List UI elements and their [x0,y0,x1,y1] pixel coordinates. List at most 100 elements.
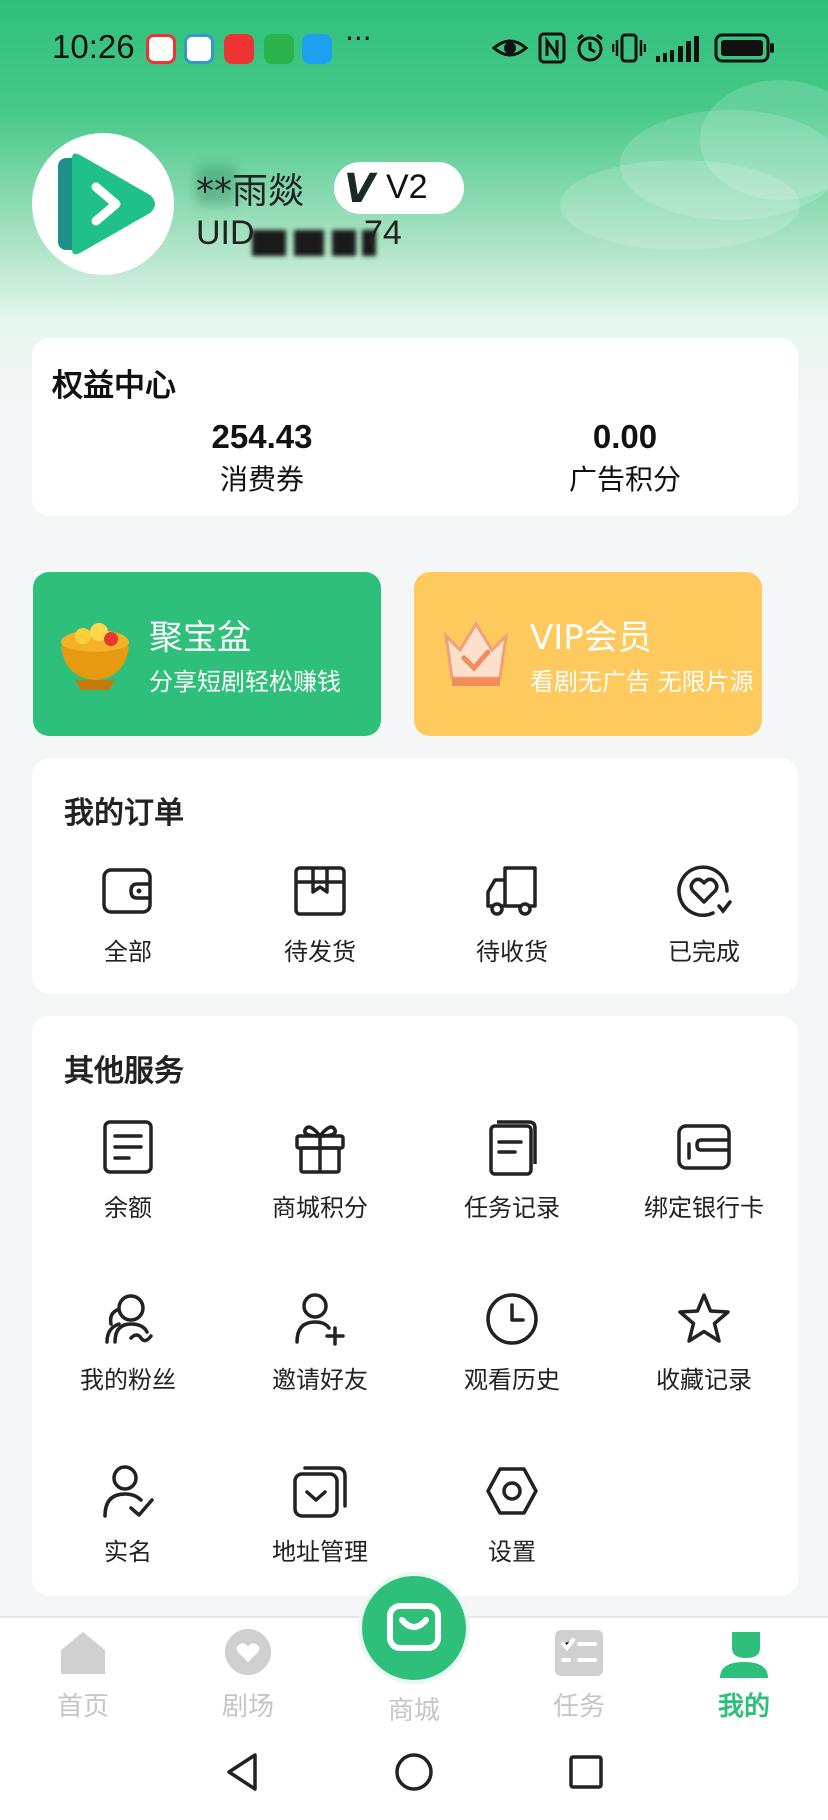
eye-icon [492,39,528,57]
uid-redaction [252,230,286,256]
vip-card[interactable]: VIP会员 看剧无广告 无限片源 [414,572,762,736]
service-my-fans[interactable]: 我的粉丝 [32,1290,224,1395]
treasure-bowl-card[interactable]: 聚宝盆 分享短剧轻松赚钱 [33,572,381,736]
uid-redaction [294,230,324,256]
level-badge-label: V2 [386,168,428,206]
signal-icon [656,36,699,62]
add-user-icon [295,1293,345,1346]
wechat-notification-icon [264,34,294,64]
user-check-icon [103,1465,154,1518]
nav-theater[interactable]: 剧场 [193,1628,303,1723]
order-all[interactable]: 全部 [32,862,224,967]
task-icon [555,1630,603,1676]
settings-icon [486,1467,538,1515]
recents-icon[interactable] [566,1750,606,1794]
order-to-ship-label: 待发货 [284,938,356,966]
home-circle-icon[interactable] [392,1750,436,1794]
service-address[interactable]: 地址管理 [224,1462,416,1567]
level-badge-mark: V [344,166,375,212]
ad-points-label: 广告积分 [568,463,681,496]
status-time: 10:26 [52,28,135,65]
coupon-stat[interactable]: 254.43 消费券 [132,418,392,498]
back-icon[interactable] [222,1750,262,1794]
services-title: 其他服务 [64,1054,184,1089]
clock-icon [486,1293,538,1345]
service-mall-points[interactable]: 商城积分 [224,1118,416,1223]
service-invite-friends[interactable]: 邀请好友 [224,1290,416,1395]
truck-icon [486,866,537,916]
heart-check-icon [677,865,732,917]
benefits-center-card: 权益中心 254.43 消费券 0.00 广告积分 [32,338,798,516]
profile-icon [720,1632,768,1678]
service-address-label: 地址管理 [272,1538,368,1566]
wallet-icon [102,868,152,914]
service-settings-label: 设置 [488,1538,536,1566]
package-icon [294,866,346,916]
nav-mall-label: 商城 [387,1696,440,1726]
vibrate-icon [612,33,646,63]
order-completed[interactable]: 已完成 [608,862,800,967]
address-icon [293,1466,347,1518]
huawei-notification-icon [224,34,254,64]
benefits-title: 权益中心 [52,368,176,404]
vip-subtitle: 看剧无广告 无限片源 [530,668,754,696]
alarm-icon [577,33,603,62]
treasure-bowl-title: 聚宝盆 [149,618,251,658]
uid-redaction [332,230,356,256]
gift-icon [295,1125,345,1174]
nav-mine[interactable]: 我的 [689,1628,799,1723]
service-task-records-label: 任务记录 [464,1194,560,1222]
app-notification-icon [146,34,176,64]
home-icon [61,1632,105,1674]
service-task-records[interactable]: 任务记录 [416,1118,608,1223]
nav-tasks-label: 任务 [552,1692,605,1722]
coupon-value: 254.43 [211,418,313,455]
nav-theater-label: 剧场 [221,1692,274,1722]
user-uid: UID [196,214,255,252]
crown-icon [443,621,509,686]
app-logo-icon [58,153,155,255]
coupon-label: 消费券 [219,463,304,496]
services-card: 其他服务 余额 商城积分 任务记录 绑定银行卡 我的粉丝 邀请好友 观看历史 收… [32,1016,798,1596]
nav-mine-label: 我的 [717,1692,770,1722]
orders-title: 我的订单 [64,796,184,831]
service-balance[interactable]: 余额 [32,1118,224,1223]
service-my-fans-label: 我的粉丝 [80,1366,176,1394]
avatar[interactable] [32,133,174,275]
service-bind-bank-card[interactable]: 绑定银行卡 [608,1118,800,1223]
nfc-icon [538,32,566,64]
order-all-label: 全部 [104,938,152,966]
nav-mall-button[interactable] [358,1572,470,1684]
nav-home-label: 首页 [56,1692,109,1722]
balance-icon [103,1120,153,1174]
service-mall-points-label: 商城积分 [272,1194,368,1222]
order-to-receive-label: 待收货 [476,938,548,966]
app-notification-icon [184,34,214,64]
nav-tasks[interactable]: 任务 [524,1628,634,1723]
service-settings[interactable]: 设置 [416,1462,608,1567]
vip-title: VIP会员 [530,618,652,658]
fans-icon [105,1294,153,1344]
card-icon [677,1124,731,1170]
treasure-bowl-subtitle: 分享短剧轻松赚钱 [149,668,341,696]
document-icon [489,1120,537,1176]
order-to-receive[interactable]: 待收货 [416,862,608,967]
service-watch-history[interactable]: 观看历史 [416,1290,608,1395]
service-balance-label: 余额 [104,1194,152,1222]
service-real-name[interactable]: 实名 [32,1462,224,1567]
service-bind-bank-card-label: 绑定银行卡 [644,1194,764,1222]
more-notifications-icon: ··· [345,22,372,55]
battery-icon [714,33,774,63]
orders-card: 我的订单 全部 待发货 待收货 已完成 [32,758,798,994]
service-favorites-label: 收藏记录 [656,1366,752,1394]
nav-home[interactable]: 首页 [28,1628,138,1723]
treasure-bowl-icon [61,623,129,690]
system-navigation-bar [0,1728,828,1820]
order-to-ship[interactable]: 待发货 [224,862,416,967]
user-name: **雨燚 [196,171,305,212]
user-uid-suffix: 74 [364,214,402,252]
level-badge[interactable]: V V2 [334,162,464,214]
ad-points-stat[interactable]: 0.00 广告积分 [495,418,755,498]
theater-icon [225,1629,271,1675]
service-favorites[interactable]: 收藏记录 [608,1290,800,1395]
